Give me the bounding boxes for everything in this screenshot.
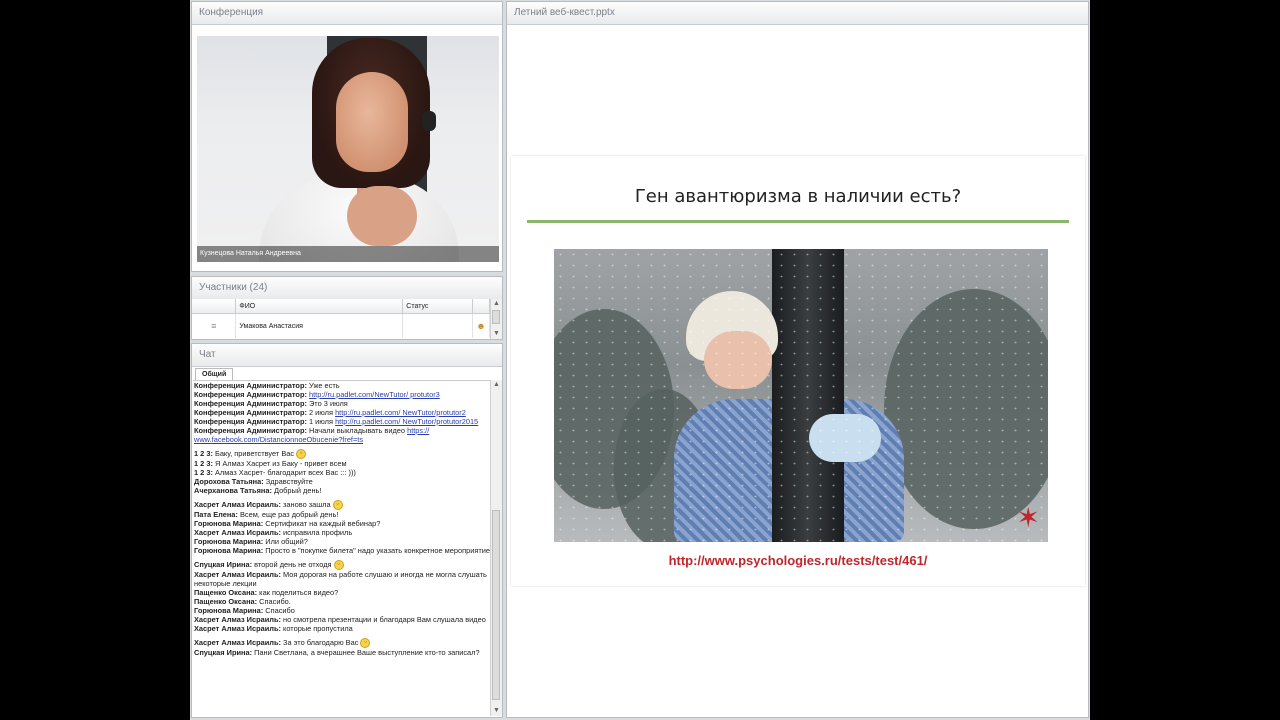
smiley-icon: ᵕ [296, 449, 307, 460]
slide-divider [527, 220, 1069, 223]
chat-message: Конференция Администратор: Уже есть [194, 381, 340, 390]
chat-messages: Конференция Администратор: Уже есть Конф… [193, 380, 492, 717]
chat-message: Хасрет Алмаз Исраиль: но смотрела презен… [194, 615, 486, 625]
chat-message: Горюнова Марина: Спасибо [194, 606, 295, 616]
presentation-pod: Летний веб-квест.pptx Ген авантюризма в … [506, 1, 1089, 718]
chat-message: Конференция Администратор: 2 июля http:/… [194, 408, 466, 417]
chat-message: Хасрет Алмаз Исраиль: исправила профиль [194, 528, 353, 538]
chat-message: Конференция Администратор: Начали выклад… [194, 426, 430, 444]
smiley-icon: ᵕ [333, 560, 344, 571]
scroll-up-icon[interactable]: ▲ [491, 380, 502, 390]
presenter-hands [347, 186, 417, 246]
presentation-file-title: Летний веб-квест.pptx [507, 2, 1088, 25]
chat-pod: Чат Общий Конференция Администратор: Уже… [191, 343, 503, 718]
column-header-status[interactable]: Статус [402, 299, 474, 314]
smiley-icon: ᵕ [360, 638, 371, 649]
chat-message: Конференция Администратор: http://ru.pad… [194, 390, 440, 399]
chat-message: Пата Елена: Всем, еще раз добрый день! [194, 510, 339, 520]
table-row[interactable]: ≡ Умакова Анастасия ☻ [192, 313, 490, 338]
chat-message: Дорохова Татьяна: Здравствуйте [194, 477, 313, 487]
smiley-icon: ᵕ [332, 500, 343, 511]
chat-message: Пащенко Оксана: как поделиться видео? [194, 588, 339, 598]
participant-name: Умакова Анастасия [235, 313, 404, 338]
chat-message: Горюнова Марина: Сертификат на каждый ве… [194, 519, 381, 529]
participants-pod: Участники (24) ФИО Статус ≡ Умакова Анас… [191, 276, 503, 340]
scroll-down-icon[interactable]: ▼ [491, 329, 502, 339]
chat-message: Ачерханова Татьяна: Добрый день! [194, 486, 322, 496]
presentation-slide: Ген авантюризма в наличии есть? ✶ http:/… [511, 156, 1085, 586]
chat-message: Пащенко Оксана: Спасибо. [194, 597, 291, 607]
participants-pod-title: Участники (24) [192, 277, 502, 300]
camera-pod-title: Конференция [192, 2, 502, 25]
participants-table: ФИО Статус ≡ Умакова Анастасия ☻ [192, 299, 490, 338]
chat-link[interactable]: http://ru.padlet.com/ NewTutor/protutor2 [335, 408, 466, 417]
chat-message: Горюнова Марина: Или общий? [194, 537, 308, 547]
chat-link[interactable]: http://ru.padlet.com/NewTutor/ protutor3 [309, 390, 440, 399]
chat-message: Спуцкая Ирина: Пани Светлана, а вчерашне… [194, 648, 480, 658]
chat-message: Хасрет Алмаз Исраиль: заново зашла ᵕ [194, 500, 492, 511]
scroll-thumb[interactable] [492, 510, 500, 700]
presenter-face [336, 72, 408, 172]
chat-message: Конференция Администратор: 1 июля http:/… [194, 417, 479, 426]
presenter-name-caption: Кузнецова Наталья Андреевна [197, 246, 499, 262]
column-header-name[interactable]: ФИО [235, 299, 404, 314]
slide-photo: ✶ [554, 249, 1048, 542]
row-menu-icon[interactable]: ≡ [192, 313, 237, 338]
chat-message: Хасрет Алмаз Исраиль: За это благодарю В… [194, 638, 492, 649]
webcam-video: Кузнецова Наталья Андреевна [197, 36, 499, 262]
scroll-thumb[interactable] [492, 310, 500, 324]
chat-message: 1 2 3: Я Алмаз Хасрет из Баку - привет в… [194, 459, 347, 469]
scroll-down-icon[interactable]: ▼ [491, 706, 502, 716]
chat-message: Хасрет Алмаз Исраиль: которые пропустила [194, 624, 353, 634]
bird-logo-icon: ✶ [1016, 502, 1040, 533]
chat-pod-title: Чат [192, 344, 502, 367]
user-role-icon: ☻ [472, 313, 490, 338]
chat-scrollbar[interactable]: ▲ ▼ [490, 380, 502, 716]
headset-icon [422, 111, 436, 131]
app-window: Конференция Кузнецова Наталья Андреевна … [190, 0, 1090, 720]
chat-message: Конференция Администратор: Это 3 июля [194, 399, 348, 408]
chat-message: Горюнова Марина: Просто в "покупке билет… [194, 546, 490, 556]
column-header-blank [192, 299, 237, 314]
slide-title: Ген авантюризма в наличии есть? [634, 186, 962, 207]
chat-message: 1 2 3: Баку, приветствует Вас ᵕ [194, 449, 492, 460]
participant-status [402, 313, 474, 338]
chat-message: 1 2 3: Алмаз Хасрет- благодарит всех Вас… [194, 468, 356, 478]
chat-message: Хасрет Алмаз Исраиль: Моя дорогая на раб… [194, 570, 487, 589]
falling-snow [554, 249, 1048, 542]
participants-scrollbar[interactable]: ▲ ▼ [490, 299, 502, 339]
slide-link[interactable]: http://www.psychologies.ru/tests/test/46… [511, 553, 1085, 568]
camera-pod: Конференция Кузнецова Наталья Андреевна [191, 1, 503, 272]
chat-message: Спуцкая Ирина: второй день не отходя ᵕ [194, 560, 492, 571]
scroll-up-icon[interactable]: ▲ [491, 299, 502, 309]
column-header-extra [472, 299, 490, 314]
chat-link[interactable]: http://ru.padlet.com/ NewTutor/protutor2… [335, 417, 478, 426]
